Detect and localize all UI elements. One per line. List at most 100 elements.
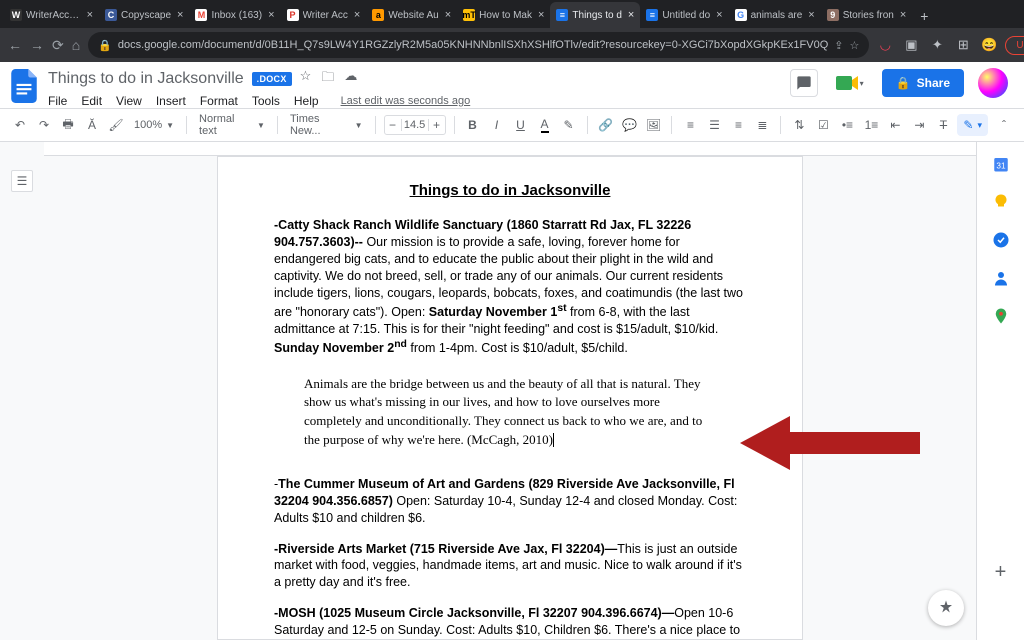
align-center-button[interactable]: ☰ bbox=[704, 113, 724, 137]
close-tab-icon[interactable]: × bbox=[808, 9, 814, 21]
font-select[interactable]: Times New...▼ bbox=[286, 113, 367, 137]
browser-tab[interactable]: ≡Things to d× bbox=[550, 2, 640, 28]
title-area: Things to do in Jacksonville .DOCX ☆ 🗀 ☁… bbox=[48, 68, 780, 108]
italic-button[interactable]: I bbox=[487, 113, 507, 137]
menu-file[interactable]: File bbox=[48, 94, 67, 108]
explore-button[interactable] bbox=[928, 590, 964, 626]
last-edit-status[interactable]: Last edit was seconds ago bbox=[341, 95, 471, 107]
move-document-icon[interactable]: 🗀 bbox=[321, 68, 334, 90]
reload-button[interactable]: ⟳ bbox=[52, 35, 64, 55]
browser-tab[interactable]: PWriter Acc× bbox=[281, 2, 367, 28]
url-box[interactable]: 🔒 docs.google.com/document/d/0B11H_Q7s9L… bbox=[88, 32, 869, 58]
browser-tab[interactable]: CCopyscape× bbox=[99, 2, 189, 28]
puzzle-icon[interactable]: ⊞ bbox=[955, 37, 971, 53]
maps-icon[interactable] bbox=[991, 306, 1011, 326]
paint-format-button[interactable]: 🖌 bbox=[106, 113, 126, 137]
menu-insert[interactable]: Insert bbox=[156, 94, 186, 108]
browser-tab[interactable]: WWriterAccess× bbox=[4, 2, 99, 28]
clear-formatting-button[interactable]: T bbox=[933, 113, 953, 137]
document-title[interactable]: Things to do in Jacksonville bbox=[48, 70, 244, 88]
share-url-icon[interactable]: ⇪ bbox=[834, 39, 843, 52]
browser-tab[interactable]: ≡ Untitled do × bbox=[640, 2, 728, 28]
calendar-icon[interactable]: 31 bbox=[991, 154, 1011, 174]
numbered-list-button[interactable]: 1≡ bbox=[861, 113, 881, 137]
align-right-button[interactable]: ≡ bbox=[728, 113, 748, 137]
close-tab-icon[interactable]: × bbox=[900, 9, 906, 21]
font-size-value[interactable]: 14.5 bbox=[401, 119, 429, 131]
star-document-icon[interactable]: ☆ bbox=[300, 68, 312, 90]
insert-comment-button[interactable]: 💬 bbox=[619, 113, 639, 137]
close-tab-icon[interactable]: × bbox=[538, 9, 544, 21]
star-icon[interactable]: ☆ bbox=[849, 39, 859, 52]
browser-tab[interactable]: 9Stories fron× bbox=[821, 2, 913, 28]
comment-history-button[interactable] bbox=[790, 69, 818, 97]
contacts-icon[interactable] bbox=[991, 268, 1011, 288]
insert-image-button[interactable]: 🖼 bbox=[643, 113, 663, 137]
text-cursor bbox=[553, 433, 554, 447]
menu-edit[interactable]: Edit bbox=[81, 94, 102, 108]
underline-button[interactable]: U bbox=[511, 113, 531, 137]
new-tab-button[interactable]: + bbox=[912, 4, 936, 28]
spellcheck-button[interactable]: Ă bbox=[82, 113, 102, 137]
align-left-button[interactable]: ≡ bbox=[680, 113, 700, 137]
hide-menus-button[interactable]: ˆ bbox=[994, 113, 1014, 137]
highlight-button[interactable]: ✎ bbox=[559, 113, 579, 137]
ruler[interactable] bbox=[44, 142, 976, 156]
increase-indent-button[interactable]: ⇥ bbox=[909, 113, 929, 137]
extension-icon-1[interactable]: ▣ bbox=[903, 37, 919, 53]
style-select[interactable]: Normal text▼ bbox=[195, 113, 269, 137]
tab-strip: WWriterAccess×CCopyscape×MInbox (163)×PW… bbox=[0, 0, 1024, 28]
forward-button[interactable]: → bbox=[30, 35, 44, 55]
back-button[interactable]: ← bbox=[8, 35, 22, 55]
font-size-increase[interactable]: + bbox=[429, 118, 445, 132]
pocket-icon[interactable]: ◡ bbox=[877, 37, 893, 53]
browser-tab[interactable]: MInbox (163)× bbox=[189, 2, 280, 28]
document-heading: Things to do in Jacksonville bbox=[274, 181, 746, 201]
editing-mode-button[interactable]: ✎ ▾ bbox=[957, 114, 988, 136]
update-button[interactable]: Update bbox=[1005, 36, 1024, 55]
bold-button[interactable]: B bbox=[463, 113, 483, 137]
keep-icon[interactable] bbox=[991, 192, 1011, 212]
redo-button[interactable]: ↷ bbox=[34, 113, 54, 137]
menu-view[interactable]: View bbox=[116, 94, 142, 108]
document-page[interactable]: Things to do in Jacksonville -Catty Shac… bbox=[217, 156, 803, 640]
account-avatar[interactable] bbox=[978, 68, 1008, 98]
zoom-select[interactable]: 100%▼ bbox=[130, 119, 178, 131]
tab-title: How to Mak bbox=[479, 10, 532, 21]
menu-tools[interactable]: Tools bbox=[252, 94, 280, 108]
menu-format[interactable]: Format bbox=[200, 94, 238, 108]
emoji-extension-icon[interactable]: 😄 bbox=[981, 37, 997, 53]
checklist-button[interactable]: ☑ bbox=[813, 113, 833, 137]
browser-tab[interactable]: Ganimals are× bbox=[729, 2, 821, 28]
favicon: ≡ bbox=[646, 9, 658, 21]
print-button[interactable]: 🖶 bbox=[58, 113, 78, 137]
close-tab-icon[interactable]: × bbox=[628, 9, 634, 21]
align-justify-button[interactable]: ≣ bbox=[752, 113, 772, 137]
browser-tab[interactable]: mTHow to Mak× bbox=[457, 2, 550, 28]
tab-title: Untitled do bbox=[662, 10, 710, 21]
meet-button[interactable]: ▾ bbox=[832, 69, 868, 97]
lock-icon: 🔒 bbox=[98, 39, 112, 52]
bulleted-list-button[interactable]: •≡ bbox=[837, 113, 857, 137]
font-size-decrease[interactable]: − bbox=[385, 118, 401, 132]
close-tab-icon[interactable]: × bbox=[445, 9, 451, 21]
home-button[interactable]: ⌂ bbox=[72, 35, 80, 55]
text-color-button[interactable]: A bbox=[535, 113, 555, 137]
insert-link-button[interactable]: 🔗 bbox=[595, 113, 615, 137]
share-button[interactable]: 🔒 Share bbox=[882, 69, 964, 97]
line-spacing-button[interactable]: ⇅ bbox=[789, 113, 809, 137]
menu-help[interactable]: Help bbox=[294, 94, 319, 108]
close-tab-icon[interactable]: × bbox=[716, 9, 722, 21]
close-tab-icon[interactable]: × bbox=[354, 9, 360, 21]
undo-button[interactable]: ↶ bbox=[10, 113, 30, 137]
close-tab-icon[interactable]: × bbox=[87, 9, 93, 21]
extensions-icon[interactable]: ✦ bbox=[929, 37, 945, 53]
close-tab-icon[interactable]: × bbox=[268, 9, 274, 21]
browser-tab[interactable]: aWebsite Au× bbox=[366, 2, 457, 28]
close-tab-icon[interactable]: × bbox=[177, 9, 183, 21]
outline-toggle-button[interactable]: ☰ bbox=[11, 170, 33, 192]
docs-logo[interactable] bbox=[10, 68, 38, 104]
decrease-indent-button[interactable]: ⇤ bbox=[885, 113, 905, 137]
tasks-icon[interactable] bbox=[991, 230, 1011, 250]
add-addon-icon[interactable]: + bbox=[991, 562, 1011, 582]
